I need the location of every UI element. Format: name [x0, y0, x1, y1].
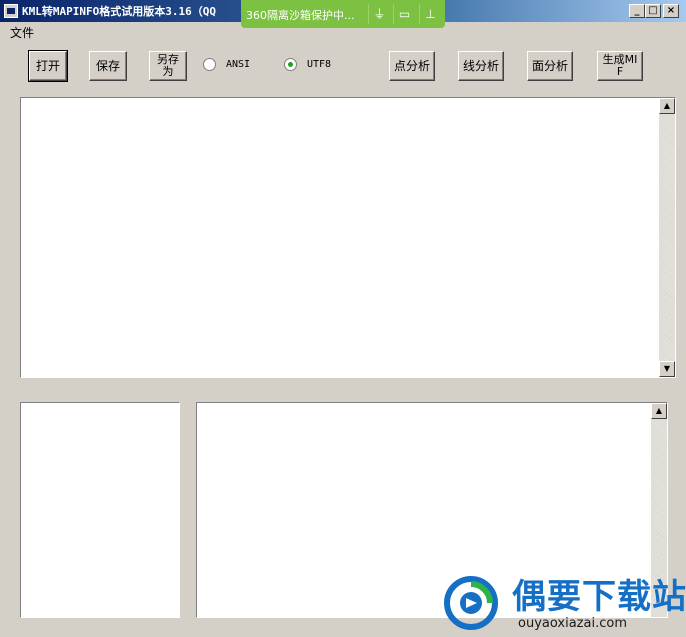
main-text-area[interactable]: ▲ ▼: [20, 97, 676, 378]
radio-ansi[interactable]: ANSI: [203, 58, 250, 71]
radio-ansi-circle[interactable]: [203, 58, 216, 71]
plug-icon[interactable]: ⏚: [368, 4, 390, 24]
main-scrollbar[interactable]: ▲ ▼: [659, 98, 675, 377]
line-analysis-button[interactable]: 线分析: [458, 51, 504, 81]
save-as-button[interactable]: 另存 为: [149, 51, 187, 81]
radio-utf8-circle[interactable]: [284, 58, 297, 71]
watermark-logo-icon: [444, 576, 498, 630]
watermark-url: ouyaoxiazai.com: [518, 616, 627, 631]
area-analysis-button[interactable]: 面分析: [527, 51, 573, 81]
radio-ansi-label: ANSI: [226, 59, 251, 70]
generate-mif-button[interactable]: 生成MI F: [597, 51, 643, 81]
close-button[interactable]: ×: [663, 4, 679, 18]
radio-utf8[interactable]: UTF8: [284, 58, 331, 71]
scroll-up-icon[interactable]: ▲: [659, 98, 675, 114]
left-list-pane[interactable]: [20, 402, 180, 618]
save-as-label-line2: 为: [162, 65, 174, 78]
point-analysis-button[interactable]: 点分析: [389, 51, 435, 81]
minimize-button[interactable]: _: [629, 4, 645, 18]
app-icon[interactable]: [4, 4, 18, 18]
save-button[interactable]: 保存: [89, 51, 127, 81]
menu-bar: 文件: [0, 22, 686, 40]
sandbox-status-text: 360隔离沙箱保护中...: [246, 9, 355, 22]
menu-file[interactable]: 文件: [10, 24, 34, 41]
window-title: KML转MAPINFO格式试用版本3.16（QQ: [22, 5, 216, 18]
radio-utf8-label: UTF8: [307, 59, 332, 70]
output-scroll-up-icon[interactable]: ▲: [651, 403, 667, 419]
pin-icon[interactable]: ⊥: [419, 4, 441, 24]
folder-icon[interactable]: ▭: [393, 4, 415, 24]
scroll-down-icon[interactable]: ▼: [659, 361, 675, 377]
watermark: 偶要下载站 ouyaoxiazai.com: [442, 574, 686, 634]
generate-mif-label-line2: F: [616, 65, 624, 78]
open-button[interactable]: 打开: [28, 50, 68, 82]
maximize-button[interactable]: □: [645, 4, 661, 18]
watermark-title: 偶要下载站: [512, 577, 686, 617]
